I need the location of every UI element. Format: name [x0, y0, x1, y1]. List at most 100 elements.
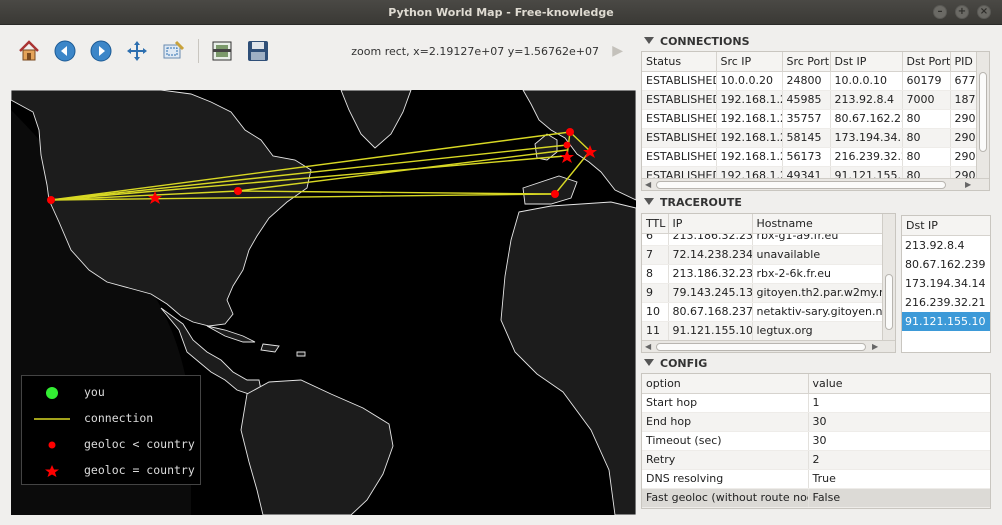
table-cell: 80.67.162.239	[830, 109, 903, 129]
table-cell: 79.143.245.138	[668, 283, 753, 303]
save-button[interactable]	[244, 37, 272, 65]
table-row[interactable]: Timeout (sec) 30	[642, 431, 990, 451]
config-option: End hop	[642, 412, 809, 432]
table-cell: 213.186.32.234	[668, 264, 753, 284]
connections-horizontal-scrollbar[interactable]: ◀ ▶	[642, 178, 989, 190]
home-button[interactable]	[15, 37, 43, 65]
list-item[interactable]: 213.92.8.4	[902, 236, 990, 255]
config-value[interactable]: 30	[808, 412, 990, 432]
column-header[interactable]: TTL	[642, 214, 669, 234]
scrollbar-thumb[interactable]	[656, 343, 866, 351]
scroll-right-icon[interactable]: ▶	[965, 180, 971, 189]
config-value[interactable]: False	[808, 488, 990, 508]
config-section-header[interactable]: CONFIG	[644, 357, 707, 373]
coordinates-readout: zoom rect, x=2.19127e+07 y=1.56762e+07	[351, 45, 599, 58]
home-icon	[19, 40, 39, 61]
legend-label: geoloc = country	[84, 463, 195, 477]
column-header[interactable]: value	[808, 374, 990, 394]
table-row[interactable]: DNS resolving True	[642, 469, 990, 489]
table-row[interactable]: Start hop 1	[642, 393, 990, 413]
traceroute-section-header[interactable]: TRACEROUTE	[644, 196, 742, 212]
configure-subplots-button[interactable]	[208, 37, 236, 65]
table-cell: 91.121.155.10	[668, 321, 753, 340]
list-item-selected[interactable]: 91.121.155.10	[902, 312, 990, 331]
world-map[interactable]: you connection geoloc < country geoloc =…	[11, 90, 636, 515]
table-cell: 10	[642, 302, 669, 322]
forward-arrow-icon	[90, 40, 112, 62]
scroll-left-icon[interactable]: ◀	[645, 180, 651, 189]
pan-button[interactable]	[123, 37, 151, 65]
column-header[interactable]: Status	[642, 52, 717, 72]
table-cell: 9	[642, 283, 669, 303]
table-cell: 56173	[782, 147, 831, 167]
table-row[interactable]: ESTABLISHED192.168.1.256173216.239.32.21…	[642, 147, 981, 167]
column-header[interactable]: IP	[668, 214, 753, 234]
table-row[interactable]: 11 91.121.155.10 legtux.org	[642, 321, 883, 340]
list-item[interactable]: 173.194.34.14	[902, 274, 990, 293]
table-row[interactable]: 9 79.143.245.138 gitoyen.th2.par.w2my.net	[642, 283, 883, 303]
column-header[interactable]: Src Port	[782, 52, 831, 72]
geoloc-small-marker[interactable]	[234, 187, 242, 195]
table-cell: 216.239.32.21	[830, 147, 903, 167]
column-header[interactable]: Hostname	[752, 214, 884, 234]
table-cell: 72.14.238.234	[668, 245, 753, 265]
table-cell: 213.186.32.234	[668, 234, 753, 246]
config-table[interactable]: option value Start hop 1 End hop 30 Timeou…	[641, 373, 991, 509]
geoloc-small-marker[interactable]	[47, 196, 55, 204]
table-cell: rbx-g1-a9.fr.eu	[752, 234, 883, 246]
table-row[interactable]: 7 72.14.238.234 unavailable	[642, 245, 883, 265]
table-row[interactable]: ESTABLISHED192.168.1.23575780.67.162.239…	[642, 109, 981, 129]
geoloc-small-marker[interactable]	[563, 141, 571, 149]
red-star-icon	[45, 465, 59, 477]
config-value[interactable]: 30	[808, 431, 990, 451]
table-cell: 192.168.1.2	[716, 128, 783, 148]
table-cell: 10.0.0.20	[716, 71, 783, 91]
scroll-right-icon[interactable]: ▶	[872, 342, 878, 351]
table-row[interactable]: Fast geoloc (without route nodes)False	[642, 488, 990, 508]
table-row[interactable]: ESTABLISHED 192.168.1.2 45985 213.92.8.4 700…	[642, 90, 981, 110]
traceroute-table[interactable]: TTL IP Hostname 6 213.186.32.234 rbx-g1-a9…	[641, 213, 896, 353]
connections-section-header[interactable]: CONNECTIONS	[644, 35, 750, 51]
play-icon[interactable]: ▶	[612, 43, 623, 59]
column-header[interactable]: Dst Port	[902, 52, 951, 72]
scrollbar-thumb[interactable]	[885, 274, 893, 330]
list-item[interactable]: 216.239.32.21	[902, 293, 990, 312]
column-header[interactable]: Dst IP	[830, 52, 903, 72]
config-header-row: option value	[642, 374, 990, 394]
connections-table[interactable]: Status Src IP Src Port Dst IP Dst Port P…	[641, 51, 990, 191]
column-header[interactable]: Src IP	[716, 52, 783, 72]
dst-ip-list[interactable]: Dst IP 213.92.8.4 80.67.162.239 173.194.…	[901, 215, 991, 353]
table-row[interactable]: Retry 2	[642, 450, 990, 470]
back-button[interactable]	[51, 37, 79, 65]
table-row[interactable]: ESTABLISHED 10.0.0.20 24800 10.0.0.10 60179 6…	[642, 71, 981, 91]
scrollbar-thumb[interactable]	[979, 72, 987, 152]
table-row[interactable]: ESTABLISHED192.168.1.258145173.194.34.14…	[642, 128, 981, 148]
window-title: Python World Map - Free-knowledge	[388, 6, 614, 19]
map-legend: you connection geoloc < country geoloc =…	[21, 375, 201, 485]
config-value[interactable]: 2	[808, 450, 990, 470]
connections-vertical-scrollbar[interactable]	[976, 52, 989, 179]
configure-subplots-icon	[212, 41, 232, 61]
table-cell: 7	[642, 245, 669, 265]
zoom-rect-button[interactable]	[159, 37, 187, 65]
traceroute-horizontal-scrollbar[interactable]: ◀ ▶	[642, 340, 895, 352]
table-row[interactable]: 10 80.67.168.237 netaktiv-sary.gitoyen.net	[642, 302, 883, 322]
scroll-left-icon[interactable]: ◀	[645, 342, 651, 351]
table-row[interactable]: 6 213.186.32.234 rbx-g1-a9.fr.eu	[642, 234, 883, 246]
column-header[interactable]: option	[642, 374, 809, 394]
traceroute-rows-viewport: 6 213.186.32.234 rbx-g1-a9.fr.eu 7 72.14.23…	[642, 234, 883, 340]
forward-button[interactable]	[87, 37, 115, 65]
traceroute-vertical-scrollbar[interactable]	[882, 214, 895, 340]
table-row[interactable]: 8 213.186.32.234 rbx-2-6k.fr.eu	[642, 264, 883, 284]
geoloc-small-marker[interactable]	[566, 128, 574, 136]
scrollbar-thumb[interactable]	[656, 181, 946, 189]
config-value[interactable]: True	[808, 469, 990, 489]
table-cell: 35757	[782, 109, 831, 129]
geoloc-small-marker[interactable]	[551, 190, 559, 198]
table-cell: 24800	[782, 71, 831, 91]
list-item[interactable]: 80.67.162.239	[902, 255, 990, 274]
table-row[interactable]: End hop 30	[642, 412, 990, 432]
traceroute-header-row: TTL IP Hostname	[642, 214, 884, 234]
geoloc-star-marker[interactable]	[560, 150, 574, 163]
config-value[interactable]: 1	[808, 393, 990, 413]
